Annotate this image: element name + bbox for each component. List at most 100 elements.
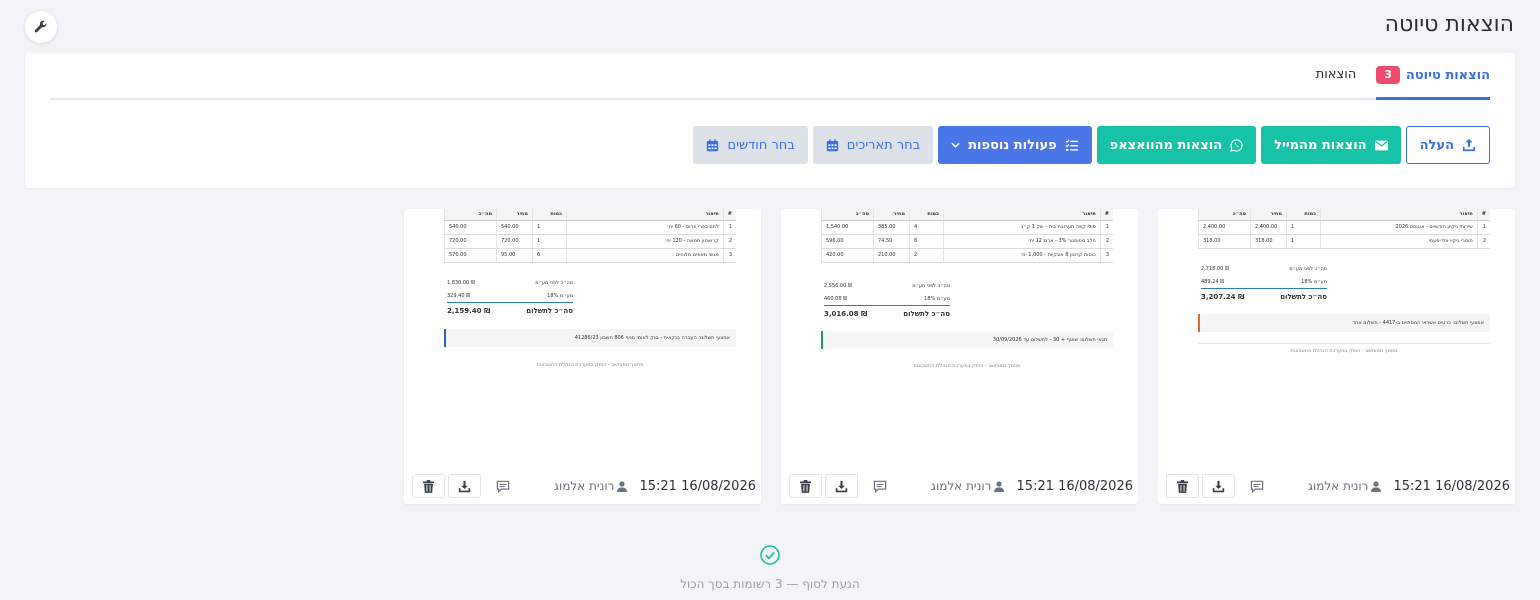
email-expenses-button[interactable]: הוצאות מהמייל	[1261, 126, 1401, 164]
download-icon	[835, 480, 848, 492]
grand-total-label: סה״כ לתשלום	[526, 306, 573, 315]
cell: פולי קפה תערובת בית - שק 1 ק״ג	[943, 220, 1101, 235]
cell: קרואסון חמאה - 120 יח׳	[566, 234, 724, 249]
user-icon	[617, 480, 628, 492]
document-preview[interactable]: # תיאור כמות מחיר סה״כ 1 לחם כפרי פרוס -…	[404, 209, 761, 471]
col-total: סה״כ	[444, 209, 497, 221]
vat-label: מע״מ 18%	[1301, 278, 1327, 285]
more-actions-dropdown[interactable]: פעולות נוספות	[938, 126, 1092, 164]
cell: מגשי מאפים מלוחים	[566, 248, 724, 263]
cell: 2	[722, 234, 736, 249]
col-price: מחיר	[1250, 209, 1287, 221]
cell: 720.00	[444, 234, 497, 249]
settings-button[interactable]	[25, 11, 57, 43]
subtotal-value: 1,830.00	[447, 279, 470, 286]
vat-row: מע״מ 18% ₪ 329.40	[447, 292, 573, 299]
cell: 2,400.00	[1250, 220, 1287, 235]
user-icon	[1371, 480, 1382, 492]
invoice-table: # תיאור כמות מחיר סה״כ 1 פולי קפה תערובת…	[821, 209, 1113, 263]
cell: 2	[909, 248, 944, 263]
cell: כוסות קרטון 8 אונקיות - 1,000 יח׳	[943, 248, 1101, 263]
note-stripe	[444, 329, 446, 347]
col-qty: כמות	[532, 209, 567, 221]
tab-draft-expenses[interactable]: הוצאות טיוטה 3	[1376, 53, 1490, 100]
delete-button[interactable]	[412, 474, 445, 498]
table-row: 2 קרואסון חמאה - 120 יח׳ 1 720.00 720.00	[444, 234, 736, 249]
cell: 540.00	[496, 220, 533, 235]
payment-note: תנאי תשלום: שוטף + 30 - לתשלום עד 30/09/…	[821, 331, 1113, 349]
subtotal-value: 2,556.00	[824, 282, 847, 289]
cell: 1	[722, 220, 736, 235]
calendar-icon	[826, 138, 838, 151]
payment-note-text: אמצעי תשלום: כרטיס אשראי המסתיים ב-4417 …	[1352, 320, 1484, 326]
cell: 540.00	[444, 220, 497, 235]
document-preview[interactable]: # תיאור כמות מחיר סה״כ 1 פולי קפה תערובת…	[781, 209, 1138, 471]
created-date: 16/08/2026 15:21	[1393, 478, 1510, 494]
end-of-list: הגעת לסוף — 3 רשומות בסך הכול	[0, 545, 1540, 591]
vat-row: מע״מ 18% ₪ 489.24	[1201, 278, 1327, 285]
draft-expense-card[interactable]: # תיאור כמות מחיר סה״כ 1 פולי קפה תערובת…	[781, 209, 1138, 504]
download-button[interactable]	[825, 474, 858, 498]
grand-total-label: סה״כ לתשלום	[903, 309, 950, 318]
cell: 318.00	[1198, 234, 1251, 249]
draft-expense-card[interactable]: # תיאור כמות מחיר סה״כ 1 שירותי ניקיון ח…	[1158, 209, 1515, 504]
card-footer: 16/08/2026 15:21 רונית אלמוג	[404, 468, 761, 504]
end-of-list-text: הגעת לסוף — 3 רשומות בסך הכול	[680, 577, 860, 591]
cell: 1	[1286, 234, 1321, 249]
cell: 6	[532, 248, 567, 263]
delete-button[interactable]	[1166, 474, 1199, 498]
col-description: תיאור	[943, 209, 1101, 221]
table-row: 3 מגשי מאפים מלוחים 6 95.00 570.00	[444, 248, 736, 263]
document-preview[interactable]: # תיאור כמות מחיר סה״כ 1 שירותי ניקיון ח…	[1158, 209, 1515, 471]
pick-dates-button[interactable]: בחר תאריכים	[812, 126, 934, 164]
table-row: 2 חלב מפוסטר 3% - ארגז 12 יח׳ 8 74.50 59…	[821, 234, 1113, 249]
more-actions-label: פעולות נוספות	[968, 137, 1057, 153]
email-expenses-label: הוצאות מהמייל	[1274, 137, 1367, 153]
card-footer: 16/08/2026 15:21 רונית אלמוג	[781, 468, 1138, 504]
pick-dates-label: בחר תאריכים	[846, 137, 921, 153]
note-stripe	[821, 331, 823, 349]
draft-expense-card[interactable]: # תיאור כמות מחיר סה״כ 1 לחם כפרי פרוס -…	[404, 209, 761, 504]
toolbar: העלה הוצאות מהמייל הוצאות מהוואצאפ פעולו…	[693, 126, 1490, 164]
comment-icon	[1250, 480, 1264, 493]
comment-button[interactable]	[491, 474, 515, 498]
vat-value: 329.40	[447, 292, 465, 299]
whatsapp-expenses-button[interactable]: הוצאות מהוואצאפ	[1096, 126, 1257, 164]
download-icon	[1212, 480, 1225, 492]
download-button[interactable]	[1202, 474, 1235, 498]
download-button[interactable]	[448, 474, 481, 498]
col-index: #	[1476, 209, 1490, 221]
upload-button[interactable]: העלה	[1405, 126, 1490, 164]
vat-label: מע״מ 18%	[924, 295, 950, 302]
check-circle-icon	[760, 545, 780, 565]
comment-button[interactable]	[868, 474, 892, 498]
download-icon	[458, 480, 471, 492]
comment-icon	[496, 480, 510, 493]
table-row: 1 לחם כפרי פרוס - 60 יח׳ 1 540.00 540.00	[444, 220, 736, 235]
invoice-totals: סה״כ לפני מע״מ ₪ 2,718.00 מע״מ 18% ₪ 489…	[1201, 262, 1327, 304]
subtotal-label: סה״כ לפני מע״מ	[1289, 265, 1327, 272]
toolbar-card: הוצאות טיוטה 3 הוצאות העלה הוצאות מהמייל	[25, 53, 1515, 188]
pick-months-button[interactable]: בחר חודשים	[693, 126, 808, 164]
cell: 596.00	[821, 234, 874, 249]
note-stripe	[1198, 314, 1200, 332]
vat-value: 489.24	[1201, 278, 1219, 285]
vat-value: 460.08	[824, 295, 842, 302]
subtotal-label: סה״כ לפני מע״מ	[912, 282, 950, 289]
card-footer: 16/08/2026 15:21 רונית אלמוג	[1158, 468, 1515, 504]
upload-icon	[1462, 138, 1476, 152]
tab-expenses[interactable]: הוצאות	[1316, 51, 1357, 98]
delete-button[interactable]	[789, 474, 822, 498]
subtotal-row: סה״כ לפני מע״מ ₪ 1,830.00	[447, 279, 573, 286]
tasks-icon	[1065, 139, 1078, 151]
cell: חומרי ניקוי וחד-פעמי	[1320, 234, 1478, 249]
col-index: #	[1099, 209, 1113, 221]
col-description: תיאור	[1320, 209, 1478, 221]
col-index: #	[722, 209, 736, 221]
comment-button[interactable]	[1245, 474, 1269, 498]
cell: 95.00	[496, 248, 533, 263]
created-by-name: רונית אלמוג	[554, 479, 615, 493]
subtotal-row: סה״כ לפני מע״מ ₪ 2,556.00	[824, 282, 950, 289]
cell: 1	[532, 234, 567, 249]
created-by-name: רונית אלמוג	[1308, 479, 1369, 493]
